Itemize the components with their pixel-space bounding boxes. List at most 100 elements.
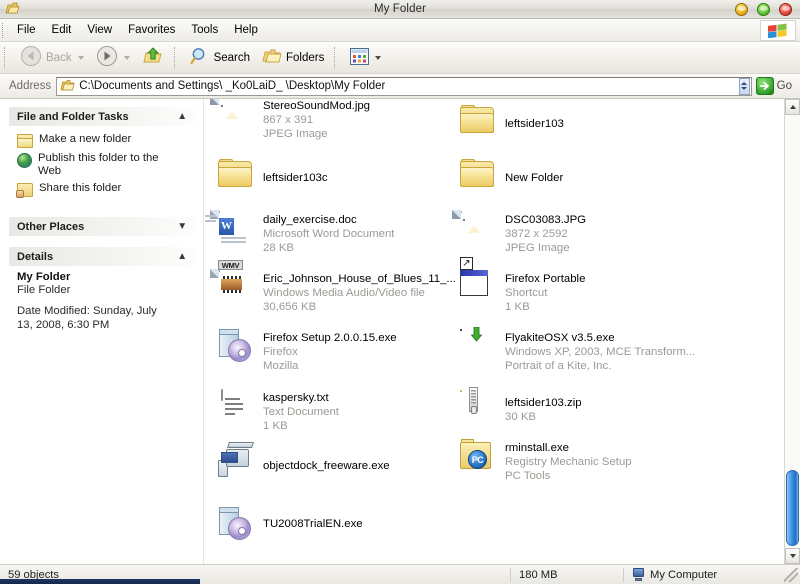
file-item-flyakiteosx[interactable]: FlyakiteOSX v3.5.exe Windows XP, 2003, M… <box>460 326 712 373</box>
file-name: Firefox Portable <box>505 273 586 285</box>
file-meta-1: Windows XP, 2003, MCE Transform... <box>505 346 696 358</box>
collapse-up-icon[interactable]: ▲ <box>177 111 188 122</box>
forward-button[interactable] <box>90 41 136 74</box>
file-item-firefox-setup[interactable]: Firefox Setup 2.0.0.15.exe Firefox Mozil… <box>218 329 470 373</box>
file-name: daily_exercise.doc <box>263 214 357 226</box>
file-item-firefox-portable[interactable]: ↗ Firefox Portable Shortcut 1 KB <box>450 257 712 314</box>
menu-view[interactable]: View <box>79 22 120 38</box>
menu-tools[interactable]: Tools <box>183 22 226 38</box>
panel-file-and-folder-tasks: File and Folder Tasks ▲ Make a new folde… <box>9 107 195 206</box>
back-dropdown-icon[interactable] <box>77 55 84 60</box>
views-button[interactable] <box>344 44 387 72</box>
folder-icon <box>460 159 496 199</box>
task-share-folder[interactable]: Share this folder <box>16 180 187 199</box>
file-item-daily-exercise-doc[interactable]: W daily_exercise.doc Microsoft Word Docu… <box>205 210 470 255</box>
file-name: FlyakiteOSX v3.5.exe <box>505 332 615 344</box>
menu-file[interactable]: File <box>9 22 44 38</box>
address-dropdown-down-icon <box>741 87 748 90</box>
file-meta-1: 867 x 391 <box>263 114 314 126</box>
task-pane-sidebar: File and Folder Tasks ▲ Make a new folde… <box>0 99 203 564</box>
panel-title-other-places: Other Places <box>17 220 85 233</box>
minimize-button[interactable] <box>735 3 748 16</box>
folder-title-icon <box>4 1 20 17</box>
file-meta-2: Mozilla <box>263 360 299 372</box>
jpeg-image-icon <box>210 99 254 135</box>
up-folder-icon <box>142 45 164 70</box>
collapse-up-icon-details[interactable]: ▲ <box>177 251 188 262</box>
title-bar: My Folder <box>0 0 800 19</box>
panel-body-file-tasks: Make a new folder Publish this folder to… <box>9 126 195 206</box>
address-input[interactable]: C:\Documents and Settings\ _Ko0LaiD_ \De… <box>56 76 752 96</box>
folders-label: Folders <box>286 51 325 64</box>
file-name: TU2008TrialEN.exe <box>263 518 363 530</box>
folders-button[interactable]: Folders <box>256 42 330 73</box>
scroll-up-button[interactable] <box>785 99 800 115</box>
menu-edit[interactable]: Edit <box>44 22 80 38</box>
window-title: My Folder <box>373 3 427 15</box>
back-label: Back <box>46 51 72 64</box>
file-meta-2: JPEG Image <box>505 242 570 254</box>
file-meta-1: Firefox <box>263 346 298 358</box>
file-item-dsc03083-jpg[interactable]: DSC03083.JPG 3872 x 2592 JPEG Image <box>452 210 712 255</box>
file-list-view[interactable]: StereoSoundMod.jpg 867 x 391 JPEG Image … <box>203 99 800 564</box>
forward-dropdown-icon[interactable] <box>123 55 130 60</box>
go-button[interactable]: Go <box>754 77 800 95</box>
file-meta-1: Registry Mechanic Setup <box>505 456 632 468</box>
file-item-new-folder[interactable]: New Folder <box>460 159 712 199</box>
application-computer-icon <box>218 442 254 487</box>
file-item-leftsider103-zip[interactable]: leftsider103.zip 30 KB <box>460 387 712 428</box>
menu-grip[interactable] <box>2 22 9 38</box>
detail-folder-name: My Folder <box>17 271 71 283</box>
resize-grip[interactable] <box>784 567 798 582</box>
collapse-down-icon[interactable]: ▼ <box>177 221 188 232</box>
file-item-kaspersky-txt[interactable]: kaspersky.txt Text Document 1 KB <box>218 389 470 433</box>
task-publish-folder-web[interactable]: Publish this folder to the Web <box>17 150 187 180</box>
address-label: Address <box>9 80 52 92</box>
close-button[interactable] <box>779 3 792 16</box>
address-folder-icon <box>60 78 75 95</box>
file-meta-1: Microsoft Word Document <box>263 228 395 240</box>
views-dropdown-icon[interactable] <box>375 55 382 60</box>
back-button[interactable]: Back <box>14 41 90 74</box>
panel-body-details: My Folder File Folder Date Modified: Sun… <box>9 266 195 339</box>
toolbar: Back Search Folders <box>0 42 800 74</box>
panel-header-file-tasks[interactable]: File and Folder Tasks ▲ <box>9 107 195 126</box>
maximize-button[interactable] <box>757 3 770 16</box>
up-button[interactable] <box>136 41 170 74</box>
address-dropdown-button[interactable] <box>738 77 750 95</box>
toolbar-grip[interactable] <box>4 46 11 69</box>
file-meta-1: 30 KB <box>505 411 537 423</box>
task-make-new-folder[interactable]: Make a new folder <box>17 131 187 150</box>
file-name: New Folder <box>505 172 564 184</box>
panel-header-other-places[interactable]: Other Places ▼ <box>9 217 195 236</box>
file-meta-2: 28 KB <box>263 242 295 254</box>
file-item-eric-johnson-wmv[interactable]: WMV Eric_Johnson_House_of_Blues_11_... W… <box>210 260 470 314</box>
task-label-share-folder: Share this folder <box>39 182 122 194</box>
task-label-make-new-folder: Make a new folder <box>39 133 132 145</box>
file-meta-2: 1 KB <box>263 420 288 432</box>
task-label-publish-folder: Publish this folder to the Web <box>38 152 159 177</box>
scrollbar-thumb[interactable] <box>786 470 799 546</box>
file-item-leftsider103c[interactable]: leftsider103c <box>218 159 470 199</box>
file-meta-2: 30,656 KB <box>263 301 317 313</box>
search-icon <box>189 46 210 69</box>
file-item-rminstall[interactable]: PC rminstall.exe Registry Mechanic Setup… <box>460 439 712 483</box>
file-item-leftsider103[interactable]: leftsider103 <box>460 105 712 145</box>
folder-icon <box>460 105 496 145</box>
text-document-icon <box>218 389 254 427</box>
file-item-objectdock-freeware[interactable]: objectdock_freeware.exe <box>218 442 470 487</box>
menu-favorites[interactable]: Favorites <box>120 22 183 38</box>
setup-installer-icon <box>218 329 254 367</box>
file-item-stereosoundmod[interactable]: StereoSoundMod.jpg 867 x 391 JPEG Image <box>210 99 470 141</box>
panel-title-details: Details <box>17 250 54 263</box>
panel-details: Details ▲ My Folder File Folder Date Mod… <box>9 247 195 339</box>
scrollbar-track[interactable] <box>785 115 800 548</box>
share-folder-icon <box>16 183 33 198</box>
panel-header-details[interactable]: Details ▲ <box>9 247 195 266</box>
search-button[interactable]: Search <box>184 42 256 73</box>
file-meta-2: PC Tools <box>505 470 551 482</box>
vertical-scrollbar[interactable] <box>784 99 800 564</box>
file-item-tu2008trial[interactable]: TU2008TrialEN.exe <box>218 507 470 545</box>
scroll-down-button[interactable] <box>785 548 800 564</box>
menu-help[interactable]: Help <box>226 22 266 38</box>
